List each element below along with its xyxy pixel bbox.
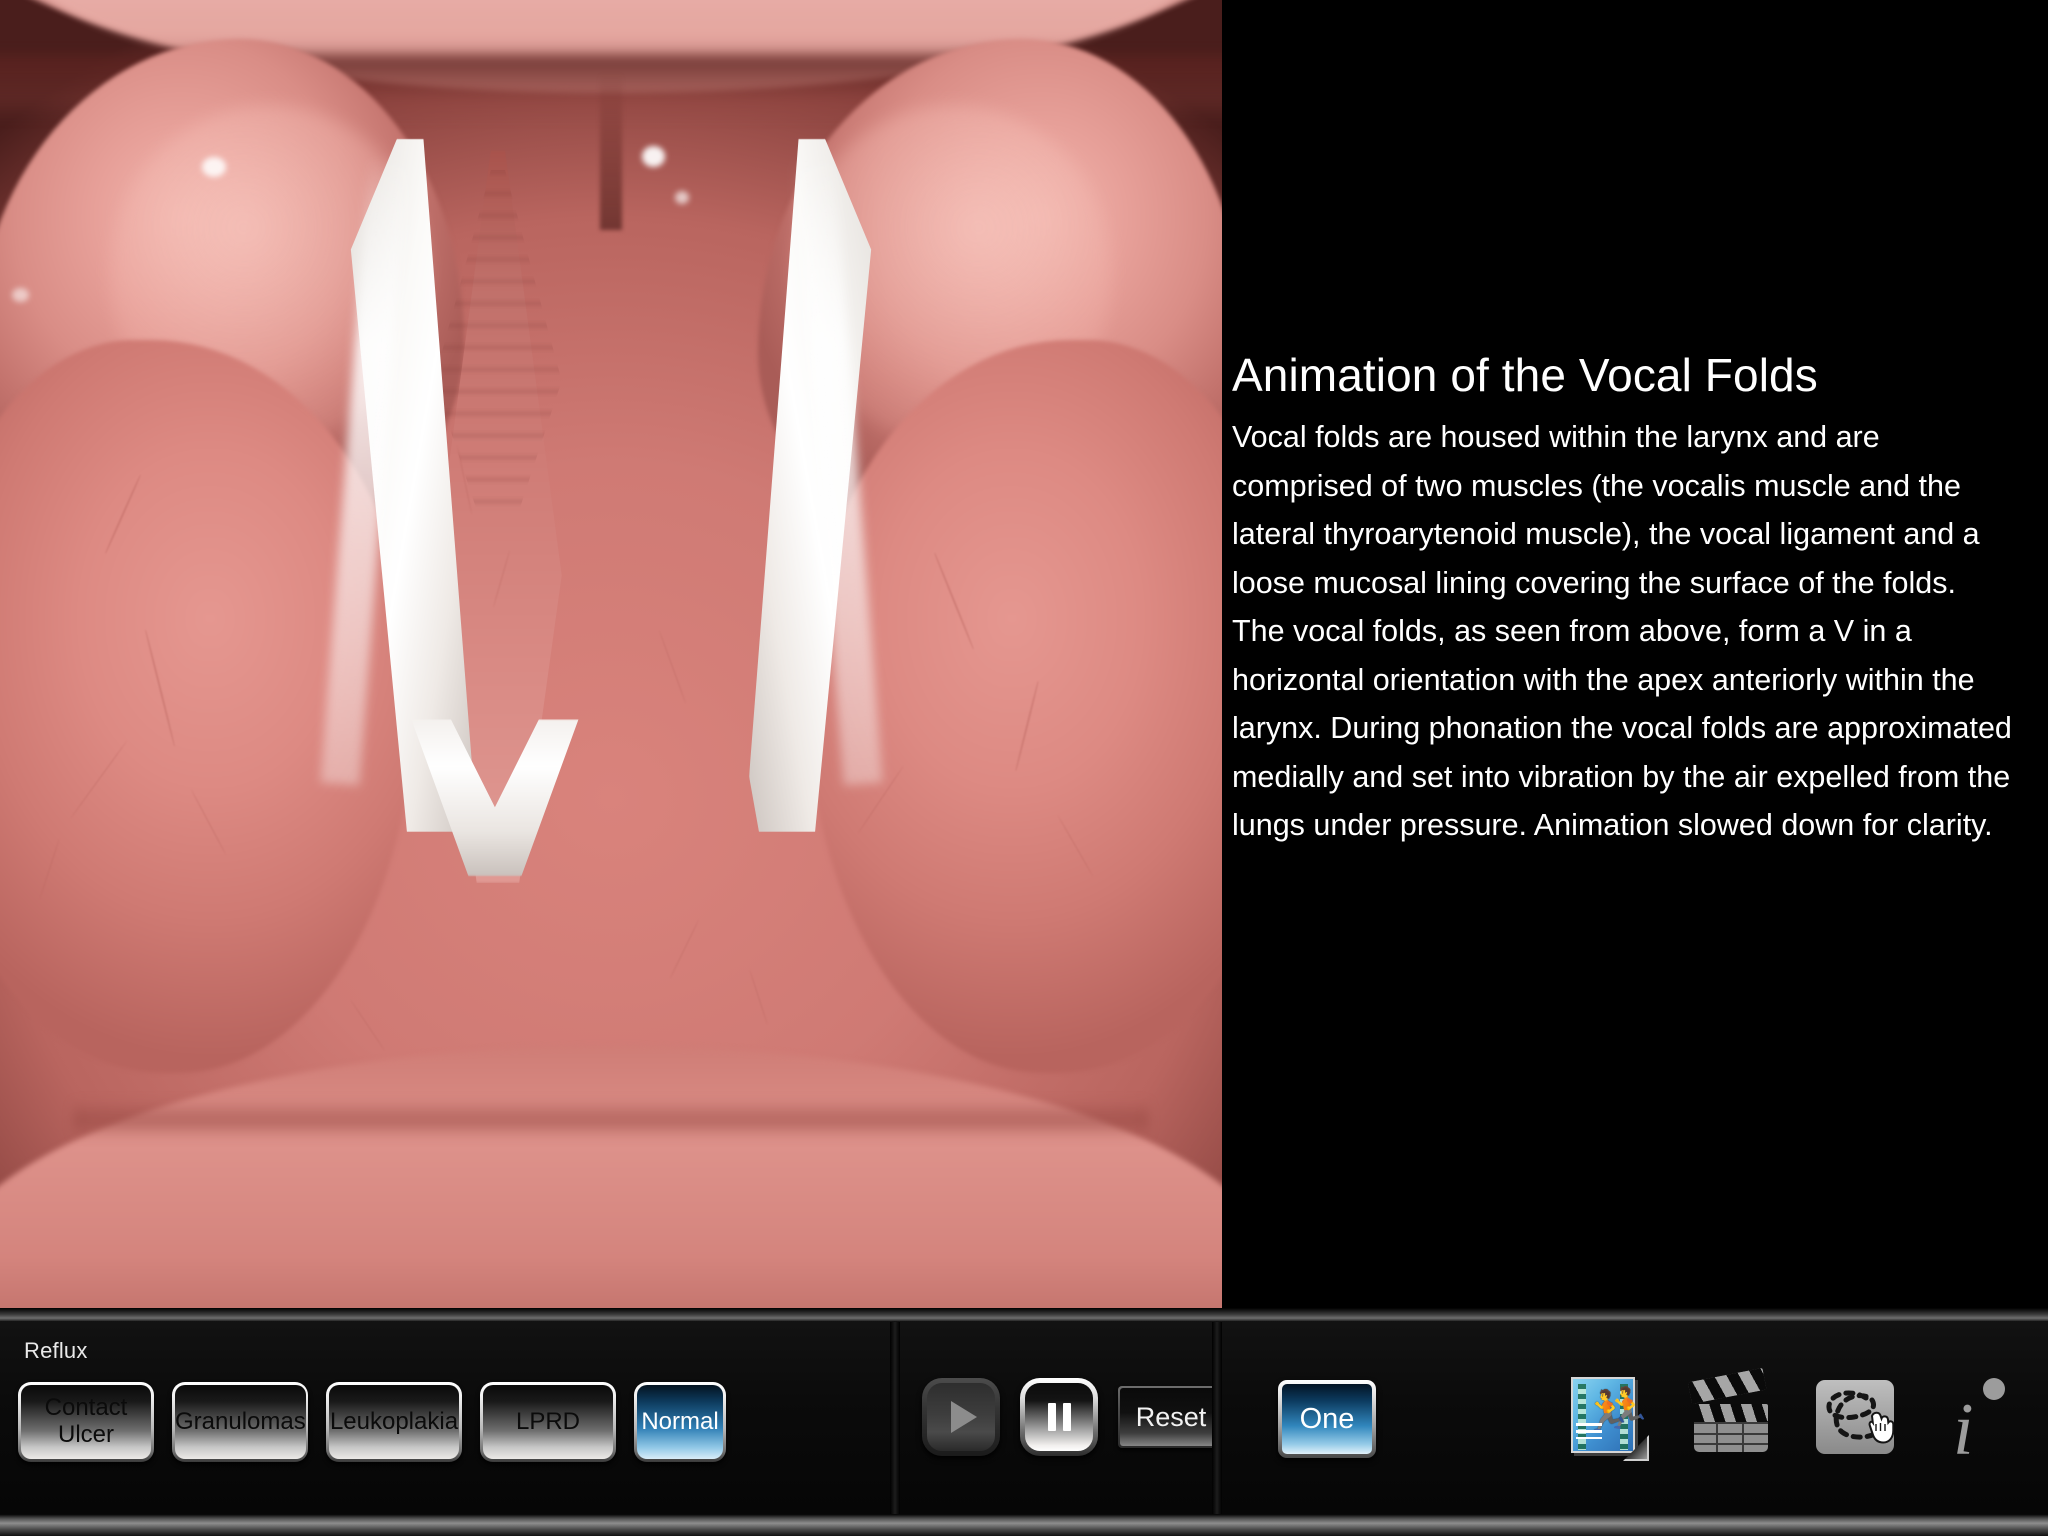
page-title: Animation of the Vocal Folds [1232, 349, 1818, 401]
movie-clapperboard-icon[interactable] [1687, 1367, 1774, 1460]
clapperboard-divider [1716, 1424, 1718, 1452]
reset-button-label: Reset [1120, 1388, 1222, 1446]
condition-lprd[interactable]: LPRD [480, 1382, 616, 1462]
lasso-art [1816, 1380, 1894, 1454]
toolbar-top-edge [0, 1308, 2048, 1322]
condition-lprd-label: LPRD [483, 1385, 613, 1459]
condition-leukoplakia[interactable]: Leukoplakia [326, 1382, 462, 1462]
conditions-button-row: Contact Ulcer Granulomas Leukoplakia LPRD… [18, 1382, 726, 1462]
animation-icon-art: 🏃 🏃 [1571, 1377, 1652, 1461]
toolbar-bottom-edge [0, 1514, 2048, 1536]
condition-normal[interactable]: Normal [634, 1382, 726, 1462]
play-button[interactable] [922, 1378, 1000, 1456]
pointing-hand-cursor [1868, 1411, 1894, 1444]
animation-icon[interactable]: 🏃 🏃 [1564, 1374, 1652, 1461]
pause-button-face [1025, 1383, 1093, 1451]
tools-panel: One 🏃 🏃 i [1222, 1322, 2048, 1514]
clapperboard-lip [1694, 1404, 1768, 1422]
condition-granulomas[interactable]: Granulomas [172, 1382, 308, 1462]
clapperboard-art [1687, 1367, 1770, 1454]
playback-controls: Reset [922, 1378, 1224, 1456]
tool-icon-row: 🏃 🏃 i [1564, 1367, 2022, 1471]
toolbar-separator [890, 1322, 900, 1514]
vocal-folds-illustration [0, 0, 1222, 1308]
info-icon-stem: i [1953, 1389, 1974, 1471]
condition-granulomas-label: Granulomas [175, 1385, 306, 1459]
info-icon-art: i [1949, 1376, 2009, 1471]
specular-highlight [641, 146, 665, 168]
condition-contact-ulcer-label: Contact Ulcer [21, 1385, 151, 1459]
bottom-toolbar: Reflux Contact Ulcer Granulomas Leukoplak… [0, 1308, 2048, 1536]
condition-contact-ulcer[interactable]: Contact Ulcer [18, 1382, 154, 1462]
description-text: Vocal folds are housed within the larynx… [1232, 420, 2012, 842]
posterior-crease [73, 1098, 1149, 1138]
info-icon[interactable]: i [1936, 1374, 2022, 1471]
specular-highlight [674, 190, 690, 205]
pause-icon [1047, 1403, 1071, 1431]
animation-icon-page: 🏃 🏃 [1571, 1377, 1652, 1453]
clapperboard-body [1694, 1422, 1768, 1452]
conditions-group-label: Reflux [24, 1338, 88, 1363]
pause-button[interactable] [1020, 1378, 1098, 1456]
play-icon [951, 1401, 977, 1433]
lasso-path [1826, 1390, 1894, 1444]
clapperboard-arm [1687, 1367, 1767, 1404]
draw-lasso-icon[interactable] [1812, 1374, 1898, 1460]
specular-highlight [201, 156, 227, 177]
anterior-commissure [600, 73, 622, 231]
playback-panel: Reset [900, 1322, 1224, 1514]
clapperboard-divider [1742, 1424, 1744, 1452]
play-button-face [927, 1383, 995, 1451]
info-icon-dot [1983, 1378, 2005, 1400]
condition-normal-label: Normal [637, 1385, 723, 1459]
speed-lines [1576, 1423, 1602, 1439]
condition-leukoplakia-label: Leukoplakia [329, 1385, 459, 1459]
app-root: Animation of the Vocal Folds Vocal folds… [0, 0, 2048, 1536]
illustration-viewer[interactable] [0, 0, 1222, 1308]
view-count-label: One [1282, 1384, 1372, 1454]
view-count-button[interactable]: One [1278, 1380, 1376, 1458]
conditions-panel: Reflux Contact Ulcer Granulomas Leukoplak… [0, 1322, 890, 1514]
description-panel: Animation of the Vocal Folds Vocal folds… [1222, 0, 2048, 1308]
toolbar-separator [1212, 1322, 1222, 1514]
reset-button[interactable]: Reset [1118, 1386, 1224, 1448]
